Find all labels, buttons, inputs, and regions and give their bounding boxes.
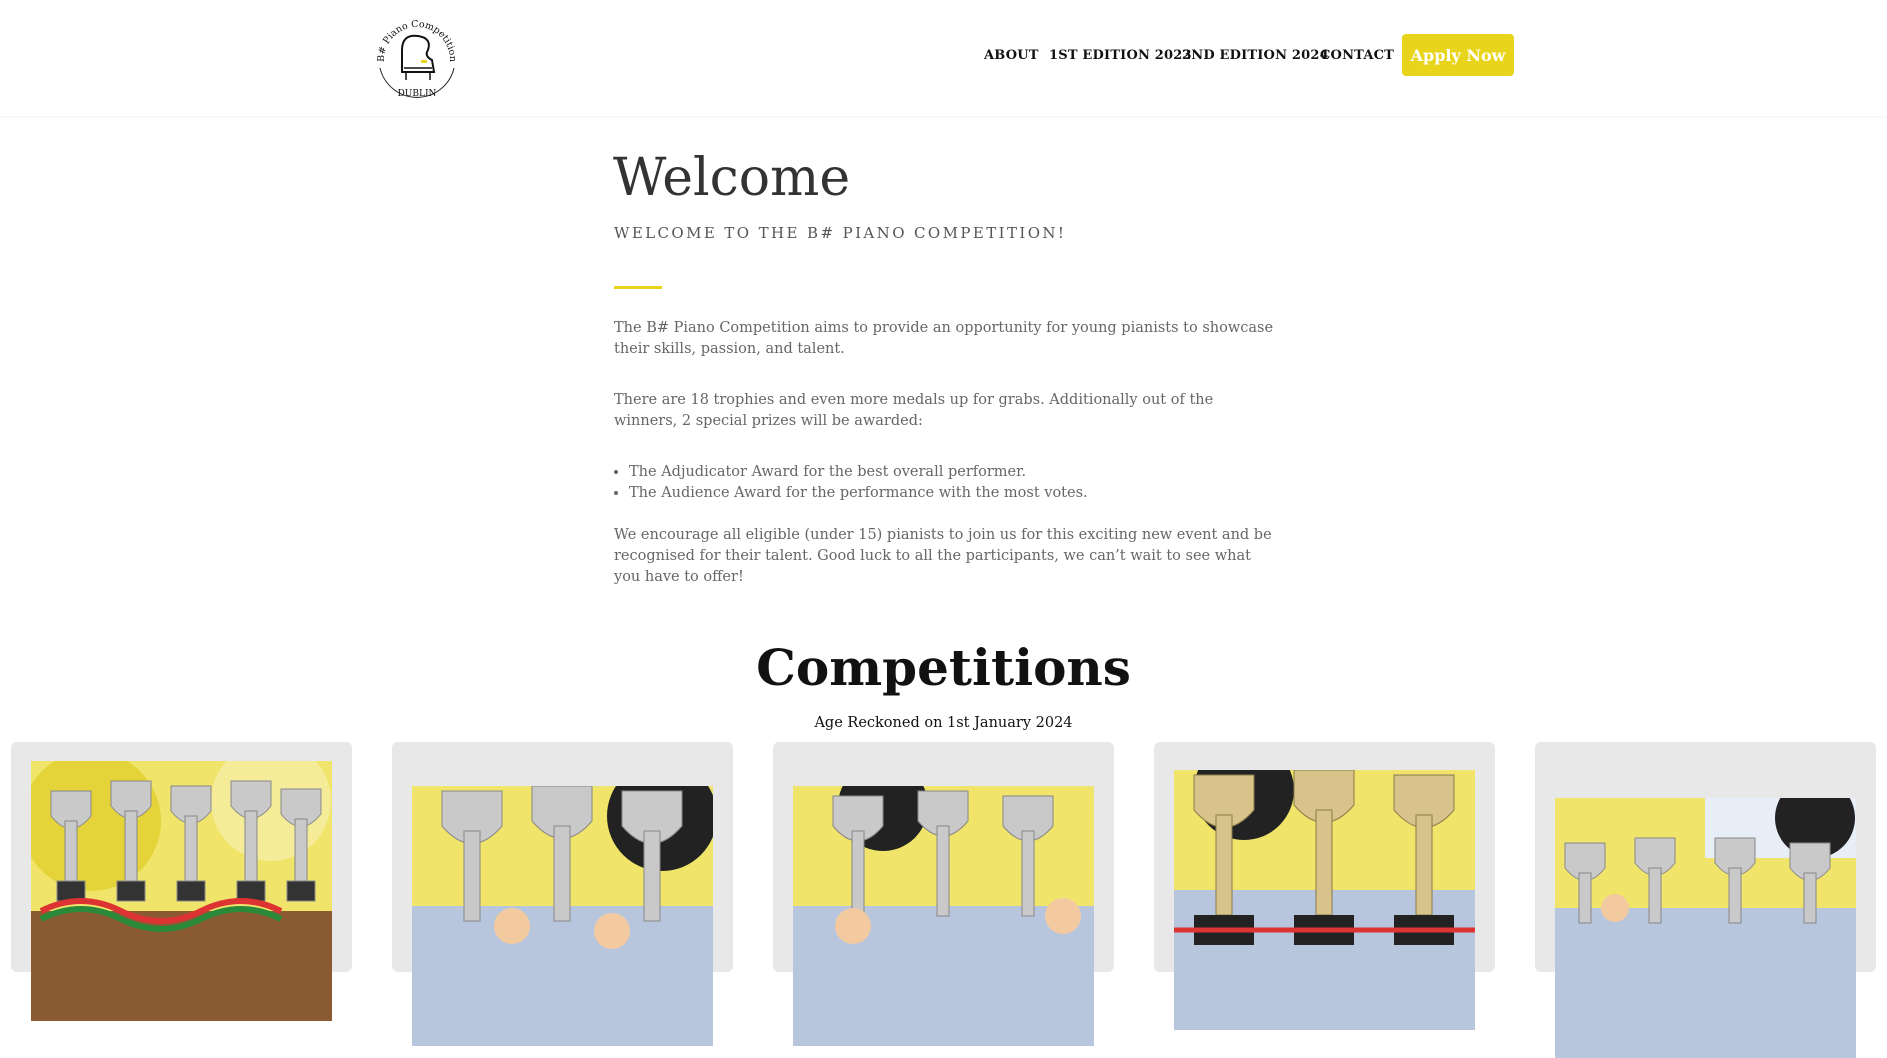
encourage-paragraph: We encourage all eligible (under 15) pia… <box>614 527 1272 585</box>
awards-list: The Adjudicator Award for the best overa… <box>614 462 1289 504</box>
prizes-paragraph: There are 18 trophies and even more meda… <box>614 392 1214 429</box>
trophies-photo <box>412 786 713 1046</box>
trophies-photo <box>1174 770 1475 1030</box>
logo[interactable]: B# Piano Competition DUBLIN <box>372 8 462 100</box>
trophies-photo <box>31 761 332 1021</box>
piano-logo-icon: B# Piano Competition DUBLIN <box>376 19 458 99</box>
competition-card[interactable] <box>773 742 1114 1046</box>
intro-paragraph: The B# Piano Competition aims to provide… <box>614 320 1274 357</box>
competition-card[interactable] <box>11 742 352 1021</box>
logo-text-bottom: DUBLIN <box>398 89 437 99</box>
list-item: The Adjudicator Award for the best overa… <box>629 462 1289 483</box>
accent-divider <box>614 286 662 289</box>
svg-text:B# Piano Competition: B# Piano Competition <box>376 19 458 62</box>
competition-card[interactable] <box>1535 742 1876 1058</box>
trophies-photo <box>793 786 1094 1046</box>
welcome-subtitle: WELCOME TO THE B# PIANO COMPETITION! <box>614 224 1067 242</box>
nav-2nd-edition-2024[interactable]: 2ND EDITION 2024 <box>1182 48 1329 63</box>
logo-text-top: B# Piano Competition <box>376 19 458 62</box>
competitions-title: Competitions <box>756 638 1131 697</box>
list-item: The Audience Award for the performance w… <box>629 483 1289 504</box>
apply-now-button[interactable]: Apply Now <box>1402 34 1514 76</box>
competition-card[interactable] <box>392 742 733 1046</box>
competition-card[interactable] <box>1154 742 1495 1030</box>
nav-contact[interactable]: CONTACT <box>1320 48 1394 63</box>
nav-about[interactable]: ABOUT <box>984 48 1039 63</box>
competitions-subtitle: Age Reckoned on 1st January 2024 <box>814 715 1073 731</box>
welcome-title: Welcome <box>613 148 851 208</box>
nav-1st-edition-2023[interactable]: 1ST EDITION 2023 <box>1049 48 1192 63</box>
trophies-photo <box>1555 798 1856 1058</box>
site-header: B# Piano Competition DUBLIN ABOUT 1ST ED… <box>0 0 1887 116</box>
